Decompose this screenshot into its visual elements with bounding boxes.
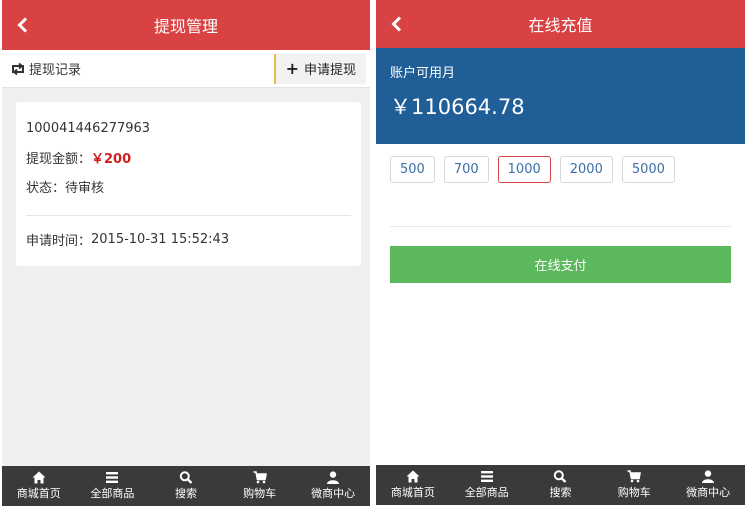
- screenshot-stage: 提现管理 提现记录 + 申请提现 100041446277963 提现金额： ￥…: [0, 0, 750, 529]
- amount-option-2000[interactable]: 2000: [559, 156, 613, 183]
- recharge-panel: 在线充值 账户可用月 ￥110664.78 500 700 1000 2000 …: [376, 0, 745, 505]
- withdraw-toolbar: 提现记录 + 申请提现: [2, 50, 370, 88]
- nav-home-label: 商城首页: [16, 487, 61, 500]
- menu-icon: [106, 472, 119, 483]
- nav-cart[interactable]: 购物车: [223, 466, 297, 506]
- amount-label: 提现金额：: [26, 152, 92, 167]
- withdraw-panel: 提现管理 提现记录 + 申请提现 100041446277963 提现金额： ￥…: [2, 0, 370, 506]
- nav-home-label: 商城首页: [390, 486, 435, 499]
- home-icon: [32, 471, 46, 484]
- record-time-row: 申请时间： 2015-10-31 15:52:43: [26, 230, 351, 249]
- search-icon: [554, 470, 567, 483]
- nav-cart[interactable]: 购物车: [597, 465, 671, 505]
- search-icon: [179, 471, 193, 484]
- amount-option-1000[interactable]: 1000: [497, 156, 551, 183]
- back-button[interactable]: [14, 14, 30, 36]
- time-label: 申请时间：: [26, 234, 92, 249]
- user-icon: [327, 471, 340, 484]
- nav-cart-label: 购物车: [617, 486, 651, 499]
- balance-box: 账户可用月 ￥110664.78: [376, 48, 745, 144]
- record-amount-row: 提现金额： ￥200: [26, 143, 351, 172]
- time-value: 2015-10-31 15:52:43: [91, 232, 230, 247]
- nav-all-products[interactable]: 全部商品: [76, 466, 150, 506]
- status-label: 状态：: [26, 181, 66, 196]
- records-label: 提现记录: [29, 63, 82, 78]
- chevron-left-icon: [390, 16, 401, 32]
- chevron-left-icon: [16, 17, 27, 33]
- plus-icon: +: [285, 59, 299, 78]
- nav-all-products[interactable]: 全部商品: [450, 465, 524, 505]
- balance-label: 账户可用月: [390, 66, 456, 81]
- nav-merchant-center-label: 微商中心: [686, 486, 731, 499]
- back-button[interactable]: [388, 13, 404, 35]
- bottom-nav: 商城首页 全部商品 搜索 购物车 微商中心: [2, 466, 370, 506]
- refresh-icon: [12, 62, 24, 75]
- divider: [390, 226, 731, 227]
- nav-merchant-center[interactable]: 微商中心: [671, 465, 745, 505]
- page-title: 提现管理: [153, 17, 218, 36]
- withdraw-header: 提现管理: [2, 0, 370, 50]
- nav-all-products-label: 全部商品: [90, 487, 135, 500]
- nav-search[interactable]: 搜索: [149, 466, 223, 506]
- divider: [26, 215, 351, 216]
- recharge-header: 在线充值: [376, 0, 745, 48]
- balance-amount: ￥110664.78: [390, 95, 525, 119]
- nav-all-products-label: 全部商品: [464, 486, 509, 499]
- records-tab[interactable]: 提现记录: [2, 59, 81, 78]
- page-title: 在线充值: [528, 16, 593, 35]
- apply-label: 申请提现: [303, 63, 356, 78]
- amount-value: ￥200: [91, 152, 132, 167]
- record-status-row: 状态： 待审核: [26, 172, 351, 201]
- user-icon: [702, 470, 715, 483]
- nav-cart-label: 购物车: [243, 487, 277, 500]
- amount-options: 500 700 1000 2000 5000: [376, 144, 745, 183]
- cart-icon: [627, 470, 642, 483]
- apply-withdraw-button[interactable]: + 申请提现: [273, 53, 366, 84]
- cart-icon: [253, 471, 267, 484]
- menu-icon: [480, 471, 493, 482]
- amount-option-5000[interactable]: 5000: [621, 156, 675, 183]
- home-icon: [406, 470, 420, 483]
- nav-merchant-center-label: 微商中心: [311, 487, 356, 500]
- pay-online-button[interactable]: 在线支付: [390, 246, 731, 283]
- amount-option-700[interactable]: 700: [443, 156, 489, 183]
- status-value: 待审核: [65, 181, 105, 196]
- withdraw-record-card: 100041446277963 提现金额： ￥200 状态： 待审核 申请时间：…: [16, 102, 361, 266]
- nav-search-label: 搜索: [174, 487, 197, 500]
- amount-option-500[interactable]: 500: [390, 156, 435, 183]
- nav-home[interactable]: 商城首页: [2, 466, 76, 506]
- nav-merchant-center[interactable]: 微商中心: [296, 466, 370, 506]
- bottom-nav: 商城首页 全部商品 搜索 购物车 微商中心: [376, 465, 745, 505]
- record-id: 100041446277963: [26, 121, 151, 136]
- nav-search-label: 搜索: [549, 486, 572, 499]
- nav-home[interactable]: 商城首页: [376, 465, 450, 505]
- nav-search[interactable]: 搜索: [524, 465, 598, 505]
